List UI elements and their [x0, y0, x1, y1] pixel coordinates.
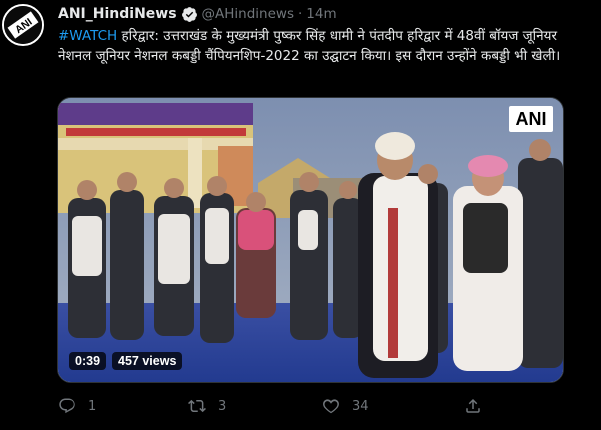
tweet-body: हरिद्वार: उत्तराखंड के मुख्यमंत्री पुष्क… — [58, 28, 561, 64]
separator-dot: · — [298, 6, 303, 22]
tweet-timestamp[interactable]: 14m — [306, 6, 336, 22]
video-meta: 0:39 457 views — [69, 352, 183, 370]
hashtag-link[interactable]: #WATCH — [58, 28, 117, 44]
action-bar: 1 3 34 — [58, 396, 498, 416]
video-duration: 0:39 — [69, 352, 107, 370]
reply-icon — [59, 398, 75, 414]
video-views: 457 views — [112, 352, 183, 370]
avatar[interactable]: ANI — [2, 4, 44, 46]
author-name[interactable]: ANI_HindiNews — [58, 6, 177, 22]
reply-button[interactable]: 1 — [58, 397, 96, 415]
video-thumbnail — [58, 98, 563, 382]
tweet-text: #WATCH हरिद्वार: उत्तराखंड के मुख्यमंत्र… — [58, 26, 590, 66]
share-button[interactable] — [464, 397, 482, 415]
ani-logo-icon: ANI — [4, 6, 42, 44]
like-icon — [323, 399, 339, 414]
retweet-icon — [188, 399, 206, 413]
reply-count: 1 — [88, 398, 97, 414]
verified-badge-icon — [181, 6, 197, 22]
author-handle[interactable]: @AHindinews — [202, 6, 294, 22]
tweet-header: ANI_HindiNews @AHindinews · 14m — [58, 5, 337, 23]
ani-watermark: ANI — [509, 106, 553, 132]
tweet[interactable]: ANI ANI_HindiNews @AHindinews · 14m #WAT… — [0, 0, 601, 430]
video-player[interactable]: ANI 0:39 457 views — [57, 97, 564, 383]
like-count: 34 — [352, 398, 369, 414]
like-button[interactable]: 34 — [322, 397, 369, 415]
retweet-count: 3 — [218, 398, 227, 414]
share-icon — [466, 398, 480, 413]
retweet-button[interactable]: 3 — [188, 397, 226, 415]
